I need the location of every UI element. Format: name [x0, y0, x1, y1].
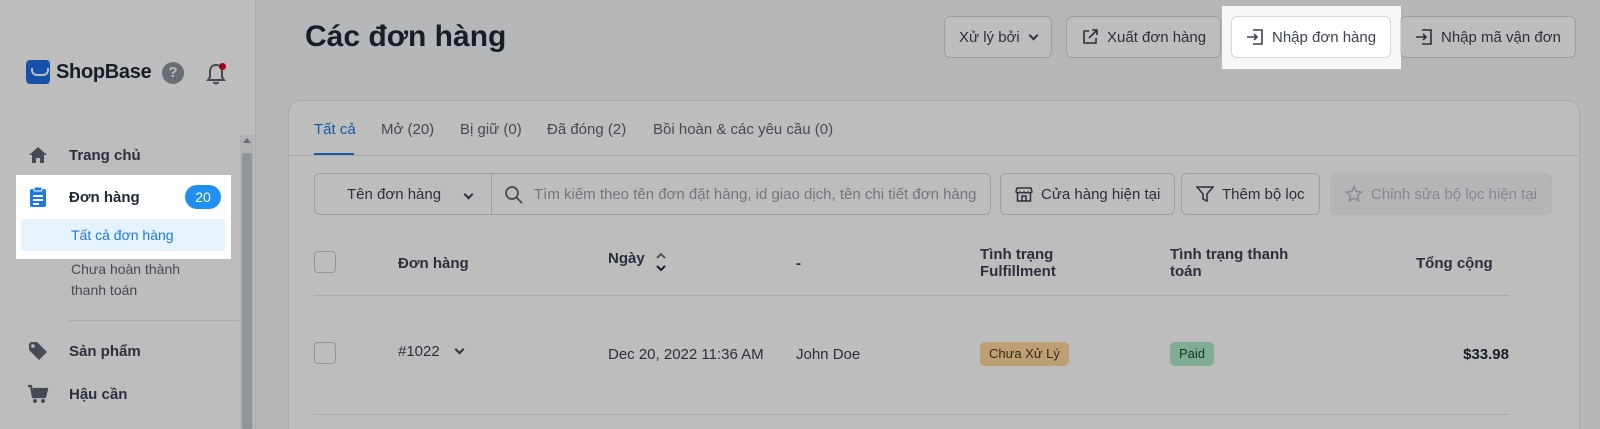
search-icon	[505, 186, 523, 204]
tab-on-hold[interactable]: Bị giữ (0)	[460, 121, 522, 138]
edit-current-filter-label: Chỉnh sửa bộ lọc hiện tại	[1371, 185, 1537, 203]
sidebar-item-label: Đơn hàng	[69, 188, 140, 206]
column-header-fulfillment: Tình trạng Fulfillment	[980, 246, 1056, 280]
search-placeholder: Tìm kiếm theo tên đơn đặt hàng, id giao …	[534, 185, 977, 203]
tab-all[interactable]: Tất cả	[314, 121, 356, 138]
sort-icon[interactable]	[655, 250, 667, 274]
home-icon	[27, 144, 49, 166]
import-icon	[1416, 29, 1432, 45]
edit-current-filter-button[interactable]: Chỉnh sửa bộ lọc hiện tại	[1330, 173, 1552, 215]
sidebar-subitem-incomplete-payment[interactable]: Chưa hoàn thành thanh toán	[21, 259, 251, 301]
store-icon	[1015, 187, 1033, 202]
row-checkbox[interactable]	[314, 342, 336, 364]
sidebar: ShopBase ? Trang chủ Đơn hàng 20 Tất cả …	[0, 0, 256, 429]
logo-text: ShopBase	[56, 60, 152, 83]
import-orders-button[interactable]: Nhập đơn hàng	[1231, 16, 1392, 58]
tab-chargebacks[interactable]: Bồi hoàn & các yêu cầu (0)	[653, 121, 833, 138]
sidebar-item-label: Sản phẩm	[69, 342, 141, 360]
orders-count-badge: 20	[185, 185, 221, 209]
import-icon	[1247, 29, 1263, 45]
orders-card: Tất cả Mở (20) Bị giữ (0) Đã đóng (2) Bồ…	[288, 100, 1580, 429]
chevron-down-icon[interactable]	[454, 344, 465, 355]
column-header-fulfillment-line1: Tình trạng	[980, 246, 1054, 263]
search-field-select[interactable]: Tên đơn hàng	[314, 173, 491, 215]
filter-icon	[1196, 186, 1214, 203]
add-filter-label: Thêm bộ lọc	[1222, 185, 1305, 203]
page-title: Các đơn hàng	[305, 20, 507, 53]
sidebar-scrollbar-thumb[interactable]	[242, 153, 252, 429]
column-header-payment-line1: Tình trạng thanh	[1170, 246, 1289, 263]
current-store-button[interactable]: Cửa hàng hiện tại	[1000, 173, 1176, 215]
external-link-icon	[1083, 29, 1098, 44]
payment-status-badge: Paid	[1170, 342, 1215, 366]
order-date: Dec 20, 2022 11:36 AM	[608, 346, 764, 363]
cart-icon	[27, 383, 49, 405]
sidebar-item-orders[interactable]: Đơn hàng 20	[0, 176, 236, 218]
column-header-date[interactable]: Ngày	[608, 250, 645, 267]
chevron-down-icon	[463, 189, 474, 200]
table-header: Đơn hàng Ngày - Tình trạng Fulfillment T…	[314, 238, 1509, 296]
sidebar-item-products[interactable]: Sản phẩm	[0, 330, 236, 372]
sidebar-divider	[69, 320, 239, 321]
column-header-total: Tổng cộng	[1416, 255, 1493, 272]
search-field-select-value: Tên đơn hàng	[347, 185, 442, 203]
column-header-order: Đơn hàng	[398, 255, 469, 272]
sidebar-item-label: Hậu cần	[69, 385, 128, 403]
clipboard-icon	[27, 186, 49, 208]
import-tracking-label: Nhập mã vận đơn	[1441, 28, 1561, 46]
sidebar-item-label: Trang chủ	[69, 146, 141, 164]
sidebar-item-logistics[interactable]: Hậu cần	[0, 373, 236, 415]
table-row[interactable]: #1022 Dec 20, 2022 11:36 AM John Doe Chư…	[314, 297, 1509, 415]
star-icon	[1345, 185, 1363, 203]
active-tab-indicator	[314, 153, 354, 155]
column-header-payment: Tình trạng thanh toán	[1170, 246, 1288, 280]
processed-by-label: Xử lý bởi	[959, 28, 1020, 46]
search-input[interactable]: Tìm kiếm theo tên đơn đặt hàng, id giao …	[491, 173, 991, 215]
customer-name: John Doe	[796, 346, 861, 363]
order-total: $33.98	[1463, 346, 1509, 363]
current-store-label: Cửa hàng hiện tại	[1041, 185, 1161, 203]
import-tracking-button[interactable]: Nhập mã vận đơn	[1400, 16, 1576, 58]
tag-icon	[27, 340, 49, 362]
chevron-down-icon	[1028, 30, 1039, 40]
column-header-fulfillment-line2: Fulfillment	[980, 263, 1056, 280]
order-number[interactable]: #1022	[398, 343, 440, 360]
scroll-up-arrow-icon[interactable]	[243, 138, 251, 143]
shopbase-logo[interactable]: ShopBase	[26, 60, 152, 84]
import-orders-label: Nhập đơn hàng	[1272, 28, 1377, 46]
export-orders-label: Xuất đơn hàng	[1107, 28, 1207, 46]
shopbase-logo-icon	[26, 60, 50, 84]
select-all-checkbox[interactable]	[314, 251, 336, 273]
export-orders-button[interactable]: Xuất đơn hàng	[1066, 16, 1222, 58]
notification-dot	[219, 63, 226, 70]
order-tabs: Tất cả Mở (20) Bị giữ (0) Đã đóng (2) Bồ…	[289, 101, 1579, 156]
sidebar-item-home[interactable]: Trang chủ	[0, 134, 236, 176]
sidebar-subitem-all-orders[interactable]: Tất cả đơn hàng	[21, 219, 225, 251]
column-header-customer: -	[796, 255, 801, 272]
processed-by-dropdown[interactable]: Xử lý bởi	[944, 16, 1052, 58]
help-icon[interactable]: ?	[162, 62, 184, 84]
add-filter-button[interactable]: Thêm bộ lọc	[1181, 173, 1320, 215]
fulfillment-status-badge: Chưa Xử Lý	[980, 342, 1069, 366]
tab-open[interactable]: Mở (20)	[381, 121, 434, 138]
tab-closed[interactable]: Đã đóng (2)	[547, 121, 626, 138]
column-header-payment-line2: toán	[1170, 263, 1202, 280]
